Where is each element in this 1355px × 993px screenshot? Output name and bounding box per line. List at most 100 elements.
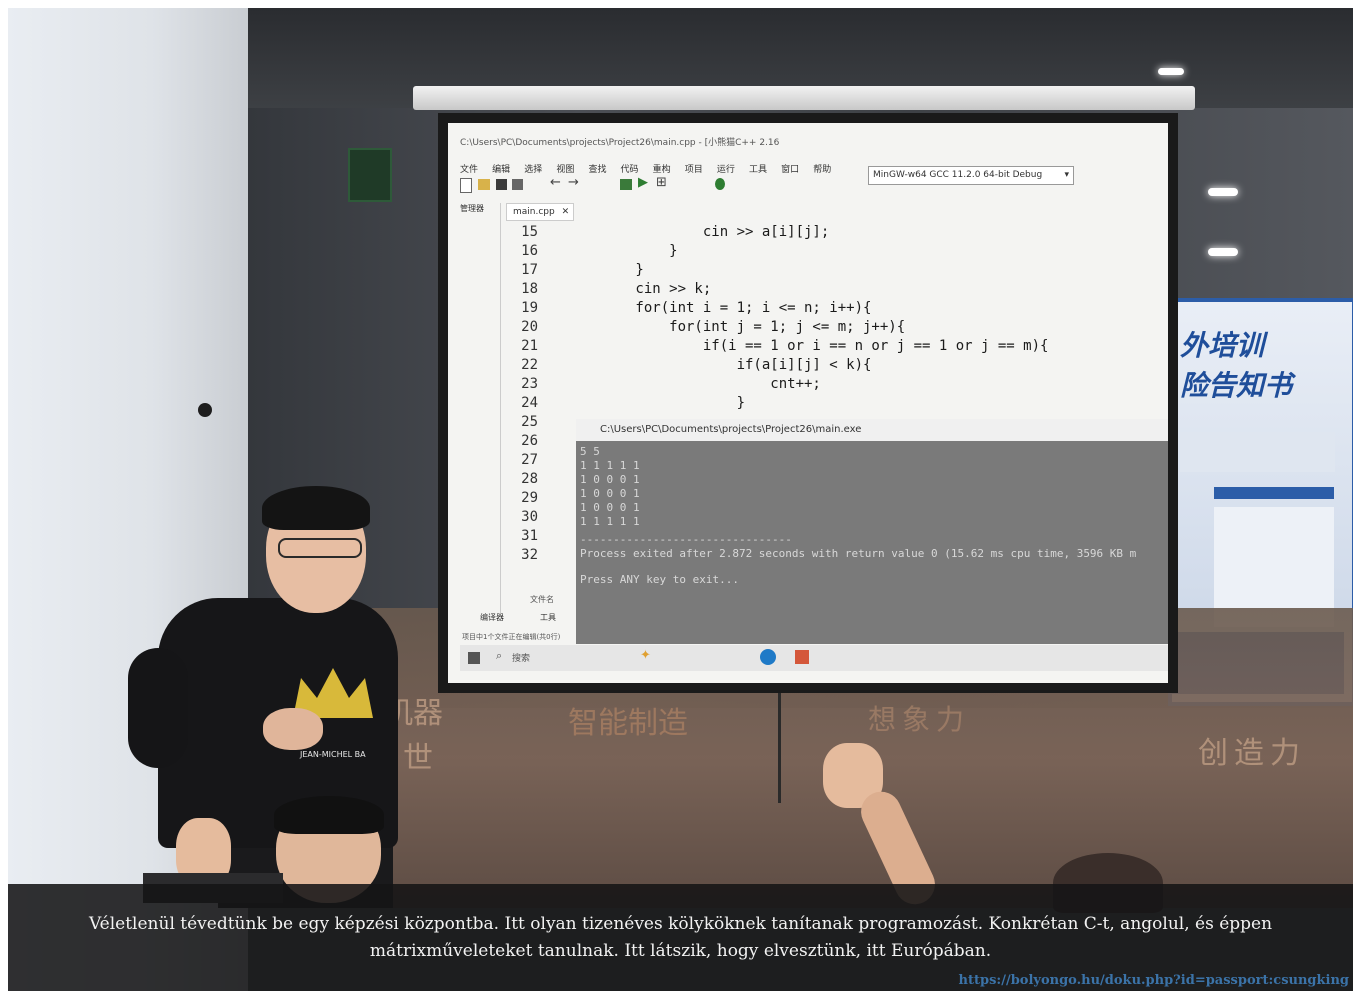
redo-icon[interactable]: →	[568, 175, 579, 190]
toolbar: ← → ▶ ⊞	[460, 175, 860, 195]
new-file-icon[interactable]	[460, 178, 472, 193]
screen-pull-cord	[778, 693, 781, 803]
source-url[interactable]: https://bolyongo.hu/doku.php?id=passport…	[959, 973, 1349, 988]
exit-sign	[348, 148, 392, 202]
debug-icon[interactable]	[715, 178, 725, 190]
code-line: cnt++;	[568, 376, 821, 392]
console-separator: --------------------------------	[580, 533, 792, 546]
teacher-hair	[262, 486, 370, 530]
screen-housing	[413, 86, 1195, 110]
line-number-gutter: 15 16 17 18 19 20 21 22 23 24 25 26 27 2…	[508, 223, 568, 583]
menu-code[interactable]: 代码	[621, 162, 639, 175]
save-icon[interactable]	[496, 179, 507, 190]
code-editor[interactable]: cin >> a[i][j]; } } cin >> k; for(int i …	[568, 223, 1168, 423]
line-number: 29	[521, 490, 538, 506]
bottom-tab-compiler[interactable]: 编译器	[480, 612, 504, 623]
poster-title-line1: 外培训	[1180, 329, 1265, 362]
code-line: }	[568, 262, 644, 278]
child-hair	[274, 796, 384, 834]
chevron-down-icon: ▾	[1064, 170, 1069, 180]
code-line: cin >> a[i][j];	[568, 224, 830, 240]
run-icon[interactable]: ▶	[638, 175, 648, 190]
taskbar: ⌕ 搜索 ✦	[460, 645, 1168, 671]
code-line: if(i == 1 or i == n or j == 1 or j == m)…	[568, 338, 1049, 354]
editor-tab-label: main.cpp	[513, 207, 555, 217]
menu-run[interactable]: 运行	[717, 162, 735, 175]
windows-start-icon[interactable]	[468, 652, 480, 664]
menu-project[interactable]: 项目	[685, 162, 703, 175]
teacher-arm	[128, 648, 188, 768]
menu-file[interactable]: 文件	[460, 162, 478, 175]
open-icon[interactable]	[478, 179, 490, 190]
menu-find[interactable]: 查找	[588, 162, 606, 175]
compiler-select[interactable]: MinGW-w64 GCC 11.2.0 64-bit Debug ▾	[868, 166, 1074, 185]
side-panel-tab[interactable]: 管理器	[460, 203, 500, 214]
grid-icon[interactable]: ⊞	[656, 175, 667, 190]
caption-line-2: mátrixműveleteket tanulnak. Itt látszik,…	[369, 941, 992, 961]
glass-lettering-5: 想象力	[868, 703, 971, 736]
bottom-tab-tools[interactable]: 工具	[540, 612, 556, 623]
line-number: 31	[521, 528, 538, 544]
ceiling-light	[1208, 248, 1238, 256]
glass-lettering-4: 创造力	[1198, 736, 1306, 771]
menu-help[interactable]: 帮助	[813, 162, 831, 175]
line-number: 24	[521, 395, 538, 411]
ceiling-light	[1158, 68, 1184, 75]
console-window[interactable]: C:\Users\PC\Documents\projects\Project26…	[576, 419, 1168, 644]
console-line: 1 1 1 1 1	[580, 515, 640, 528]
line-number: 18	[521, 281, 538, 297]
code-line: for(int i = 1; i <= n; i++){	[568, 300, 872, 316]
close-icon[interactable]: ✕	[562, 207, 570, 217]
search-icon[interactable]: ⌕	[496, 649, 502, 663]
line-number: 22	[521, 357, 538, 373]
compiler-select-value: MinGW-w64 GCC 11.2.0 64-bit Debug	[873, 170, 1043, 180]
teacher-hand	[263, 708, 323, 750]
menu-view[interactable]: 视图	[556, 162, 574, 175]
menu-bar: 文件 编辑 选择 视图 查找 代码 重构 项目 运行 工具 窗口 帮助	[460, 157, 840, 176]
console-exit-message: Process exited after 2.872 seconds with …	[580, 547, 1137, 560]
menu-edit[interactable]: 编辑	[492, 162, 510, 175]
bottom-panel: 文件名 编译器 工具 项目中1个文件正在编辑(共0行)	[460, 588, 576, 648]
menu-tools[interactable]: 工具	[749, 162, 767, 175]
code-line: for(int j = 1; j <= m; j++){	[568, 319, 906, 335]
line-number: 26	[521, 433, 538, 449]
photo: 外培训 险告知书 机器 世 智能制造 创造力 想象力 C:\Users\PC\D…	[8, 8, 1353, 991]
poster-title-line2: 险告知书	[1180, 369, 1293, 402]
ceiling-light	[1208, 188, 1238, 196]
menu-select[interactable]: 选择	[524, 162, 542, 175]
taskbar-search-label[interactable]: 搜索	[512, 651, 530, 664]
menu-window[interactable]: 窗口	[781, 162, 799, 175]
console-line: 1 1 1 1 1	[580, 459, 640, 472]
code-line: if(a[i][j] < k){	[568, 357, 872, 373]
sparkle-icon[interactable]: ✦	[640, 648, 651, 663]
caption-line-1: Véletlenül tévedtünk be egy képzési közp…	[88, 914, 1273, 934]
console-press-key: Press ANY key to exit...	[580, 573, 739, 586]
save-all-icon[interactable]	[512, 179, 523, 190]
console-title: C:\Users\PC\Documents\projects\Project26…	[600, 424, 862, 435]
console-titlebar: C:\Users\PC\Documents\projects\Project26…	[576, 419, 1168, 441]
console-line: 1 0 0 0 1	[580, 501, 640, 514]
menu-refactor[interactable]: 重构	[653, 162, 671, 175]
line-number: 25	[521, 414, 538, 430]
console-line: 5 5	[580, 445, 600, 458]
console-line: 1 0 0 0 1	[580, 473, 640, 486]
bottom-panel-label: 文件名	[530, 595, 554, 604]
console-line: 1 0 0 0 1	[580, 487, 640, 500]
line-number: 30	[521, 509, 538, 525]
line-number: 32	[521, 547, 538, 563]
window-title: C:\Users\PC\Documents\projects\Project26…	[460, 138, 780, 148]
edge-icon[interactable]	[760, 649, 776, 665]
code-line: }	[568, 243, 678, 259]
projected-screen: C:\Users\PC\Documents\projects\Project26…	[448, 123, 1168, 683]
compile-icon[interactable]	[620, 179, 632, 190]
glass-lettering-2: 世	[403, 741, 433, 776]
caption-bar: Véletlenül tévedtünk be egy képzési közp…	[8, 884, 1353, 991]
app-icon[interactable]	[795, 650, 809, 664]
shirt-text: JEAN-MICHEL BA	[300, 750, 366, 759]
undo-icon[interactable]: ←	[550, 175, 561, 190]
line-number: 17	[521, 262, 538, 278]
editor-tab[interactable]: main.cpp ✕	[506, 203, 574, 221]
line-number: 15	[521, 224, 538, 240]
glass-lettering-3: 智能制造	[568, 706, 688, 741]
line-number: 27	[521, 452, 538, 468]
